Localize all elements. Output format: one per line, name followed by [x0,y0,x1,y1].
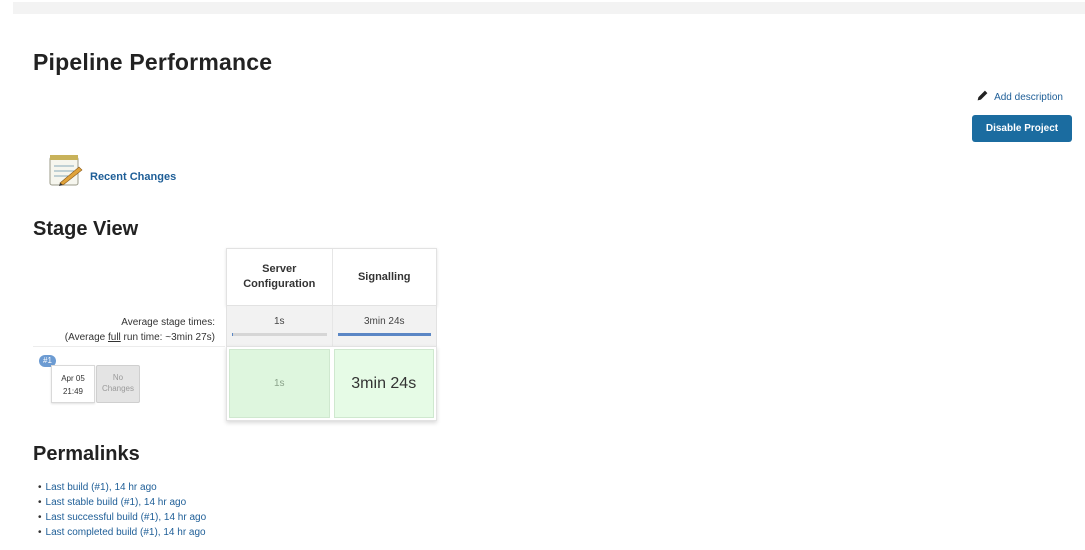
permalinks-list: Last build (#1), 14 hr ago Last stable b… [38,480,207,540]
no-changes-line2: Changes [101,384,135,393]
build-run-row: 1s 3min 24s [226,346,437,421]
list-item: Last successful build (#1), 14 hr ago [38,510,207,525]
avg-cell-server-configuration: 1s [227,306,332,346]
avg-full-prefix: (Average [64,332,108,343]
build-date: Apr 05 [61,374,85,383]
stage-header: Server Configuration Signalling [226,248,437,306]
top-bar [13,2,1085,14]
page-title: Pipeline Performance [33,49,273,75]
list-item: Last build (#1), 14 hr ago [38,480,206,495]
avg-label-line1: Average stage times: [121,317,215,328]
list-item: Last completed build (#1), 14 hr ago [38,525,206,540]
recent-changes: Recent Changes [46,153,176,194]
disable-project-button[interactable]: Disable Project [972,115,1072,142]
avg-time: 1s [273,316,285,327]
permalink-last-stable-build[interactable]: Last stable build (#1), 14 hr ago [46,497,187,508]
avg-full-word: full [107,332,121,343]
run-cell-server-configuration[interactable]: 1s [229,349,330,418]
avg-full-suffix: run time: ~3min 27s) [120,332,215,343]
stage-header-server-configuration: Server Configuration [227,249,332,305]
average-times-label: Average stage times: (Average full run t… [33,315,215,345]
avg-time: 3min 24s [363,316,405,327]
stage-view-title: Stage View [33,218,139,240]
stage-name: Signalling [357,270,411,283]
permalink-last-successful-build[interactable]: Last successful build (#1), 14 hr ago [46,512,207,523]
stage-name: Server [262,263,297,275]
recent-changes-link[interactable]: Recent Changes [90,171,176,183]
no-changes-line1: No [112,373,124,382]
permalinks-title: Permalinks [33,443,140,465]
no-changes-card: No Changes [96,365,140,403]
avg-cell-signalling: 3min 24s [331,306,437,346]
permalink-last-completed-build[interactable]: Last completed build (#1), 14 hr ago [46,527,206,538]
add-description-label: Add description [994,91,1063,103]
pencil-icon [976,89,989,105]
add-description-link[interactable]: Add description [976,89,1063,105]
stage-name-line2: Configuration [243,278,316,290]
avg-bar [337,333,431,336]
run-cell-signalling[interactable]: 3min 24s [333,349,434,418]
average-times-row: 1s 3min 24s [226,306,437,346]
notepad-icon[interactable] [46,153,84,194]
build-row-info: #1 Apr 05 21:49 No Changes [33,346,225,416]
permalink-last-build[interactable]: Last build (#1), 14 hr ago [46,482,157,493]
avg-bar-fill [232,333,233,336]
build-date-card[interactable]: Apr 05 21:49 [51,365,95,403]
avg-bar-fill [337,333,431,336]
list-item: Last stable build (#1), 14 hr ago [38,495,206,510]
avg-bar [232,333,327,336]
build-time: 21:49 [62,387,84,396]
stage-header-signalling: Signalling [331,249,437,305]
